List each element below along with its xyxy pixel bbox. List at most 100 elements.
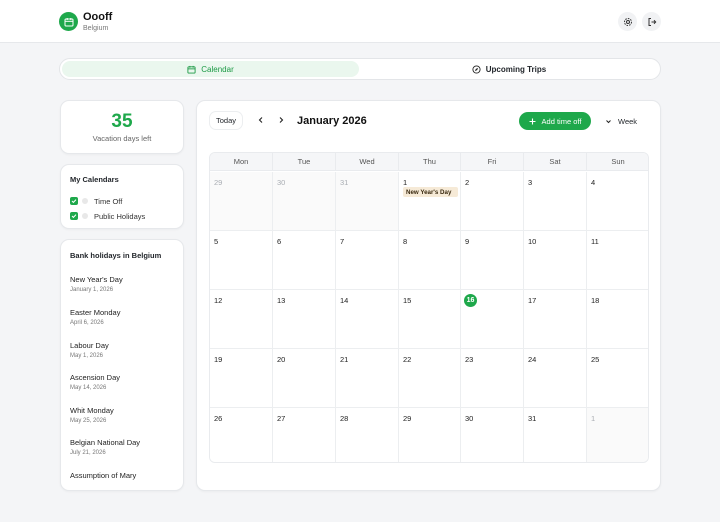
next-month-button[interactable] — [275, 114, 287, 126]
day-cell[interactable]: 10 — [524, 231, 587, 290]
day-number: 1 — [591, 414, 596, 423]
day-cell[interactable]: 23 — [461, 349, 524, 408]
day-cell[interactable]: 21 — [336, 349, 399, 408]
day-cell[interactable]: 31 — [524, 408, 587, 462]
day-number: 18 — [591, 296, 600, 305]
holiday-name: Easter Monday — [70, 308, 121, 317]
chevron-left-icon — [258, 117, 263, 123]
holiday-date: May 25, 2026 — [70, 418, 107, 424]
day-cell[interactable]: 28 — [336, 408, 399, 462]
plus-icon — [529, 118, 536, 124]
add-time-off-button[interactable]: Add time off — [519, 112, 591, 130]
day-number: 3 — [528, 178, 533, 187]
calendar-logo-icon — [59, 12, 78, 31]
holiday-item: Belgian National Day July 21, 2026 — [70, 438, 140, 456]
day-cell[interactable]: 7 — [336, 231, 399, 290]
day-number: 30 — [277, 178, 286, 187]
holiday-item: Labour Day May 1, 2026 — [70, 341, 109, 359]
day-cell[interactable]: 1 New Year's Day — [399, 172, 461, 231]
day-cell[interactable]: 19 — [210, 349, 273, 408]
day-cell[interactable]: 24 — [524, 349, 587, 408]
day-number: 5 — [214, 237, 219, 246]
today-button[interactable]: Today — [210, 112, 242, 129]
checkbox-public-holidays[interactable] — [70, 212, 78, 220]
day-cell[interactable]: 16 — [461, 290, 524, 349]
day-number: 31 — [340, 178, 349, 187]
day-cell[interactable]: 26 — [210, 408, 273, 462]
day-cell[interactable]: 20 — [273, 349, 336, 408]
holiday-date: May 1, 2026 — [70, 353, 104, 359]
day-number: 15 — [403, 296, 412, 305]
day-cell[interactable]: 13 — [273, 290, 336, 349]
public-holidays-color-dot — [82, 213, 88, 219]
day-number: 26 — [214, 414, 223, 423]
current-month-label: January 2026 — [297, 115, 367, 127]
holiday-name: New Year's Day — [70, 275, 123, 284]
day-cell[interactable]: 8 — [399, 231, 461, 290]
day-cell[interactable]: 5 — [210, 231, 273, 290]
day-cell[interactable]: 29 — [399, 408, 461, 462]
day-cell[interactable]: 30 — [273, 172, 336, 231]
day-cell[interactable]: 9 — [461, 231, 524, 290]
day-number: 19 — [214, 355, 223, 364]
holiday-date: January 1, 2026 — [70, 287, 114, 293]
holiday-item: Whit Monday May 25, 2026 — [70, 406, 114, 424]
app-header: Oooff Belgium — [0, 0, 720, 43]
holiday-name: Whit Monday — [70, 406, 114, 415]
view-mode-dropdown[interactable]: Week — [605, 112, 645, 130]
logout-button[interactable] — [642, 12, 661, 31]
gear-icon — [623, 17, 632, 26]
calendar-toggle-public-holidays[interactable]: Public Holidays — [70, 211, 145, 221]
day-cell[interactable]: 25 — [587, 349, 648, 408]
day-number: 29 — [403, 414, 412, 423]
day-number: 30 — [465, 414, 474, 423]
day-cell[interactable]: 1 — [587, 408, 648, 462]
day-cell[interactable]: 18 — [587, 290, 648, 349]
settings-button[interactable] — [618, 12, 637, 31]
tab-calendar-label: Calendar — [201, 64, 234, 74]
calendar-toggle-time-off[interactable]: Time Off — [70, 196, 122, 206]
day-cell[interactable]: 11 — [587, 231, 648, 290]
holiday-date: May 14, 2026 — [70, 385, 107, 391]
day-cell[interactable]: 31 — [336, 172, 399, 231]
tab-calendar[interactable]: Calendar — [62, 61, 359, 77]
day-number: 13 — [277, 296, 286, 305]
day-number: 12 — [214, 296, 223, 305]
app-location: Belgium — [83, 25, 109, 32]
time-off-label: Time Off — [94, 196, 123, 206]
previous-month-button[interactable] — [255, 114, 267, 126]
day-number: 8 — [403, 237, 408, 246]
day-number: 23 — [465, 355, 474, 364]
view-tabs: Calendar Upcoming Trips — [59, 58, 661, 80]
public-holidays-label: Public Holidays — [94, 211, 146, 221]
day-number: 6 — [277, 237, 282, 246]
day-number: 17 — [528, 296, 537, 305]
day-cell[interactable]: 12 — [210, 290, 273, 349]
day-cell[interactable]: 29 — [210, 172, 273, 231]
view-mode-label: Week — [618, 116, 638, 126]
tab-upcoming-trips[interactable]: Upcoming Trips — [360, 61, 658, 77]
day-cell[interactable]: 27 — [273, 408, 336, 462]
day-number: 4 — [591, 178, 596, 187]
checkbox-time-off[interactable] — [70, 197, 78, 205]
day-cell[interactable]: 3 — [524, 172, 587, 231]
holiday-event[interactable]: New Year's Day — [403, 187, 458, 197]
day-cell[interactable]: 17 — [524, 290, 587, 349]
check-icon — [71, 214, 77, 219]
day-cell[interactable]: 2 — [461, 172, 524, 231]
day-number: 31 — [528, 414, 537, 423]
day-cell[interactable]: 15 — [399, 290, 461, 349]
compass-icon — [472, 64, 481, 74]
holiday-date: July 21, 2026 — [70, 450, 106, 456]
day-cell[interactable]: 22 — [399, 349, 461, 408]
bank-holidays-title: Bank holidays in Belgium — [70, 251, 162, 260]
day-number: 10 — [528, 237, 537, 246]
day-number: 28 — [340, 414, 349, 423]
weekday-header: Fri — [461, 153, 524, 171]
chevron-down-icon — [606, 119, 611, 123]
day-cell[interactable]: 14 — [336, 290, 399, 349]
day-cell[interactable]: 30 — [461, 408, 524, 462]
day-cell[interactable]: 6 — [273, 231, 336, 290]
weekday-header: Wed — [336, 153, 399, 171]
day-cell[interactable]: 4 — [587, 172, 648, 231]
